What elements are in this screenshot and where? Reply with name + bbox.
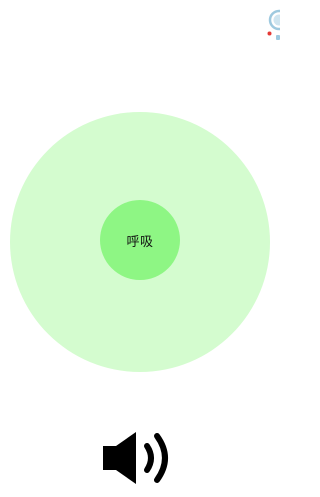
- sound-toggle-button[interactable]: [101, 428, 181, 488]
- speaker-volume-icon: [103, 432, 168, 484]
- breath-button[interactable]: 呼吸: [100, 200, 180, 280]
- breath-label: 呼吸: [126, 234, 154, 250]
- corner-avatar-icon[interactable]: [266, 8, 280, 42]
